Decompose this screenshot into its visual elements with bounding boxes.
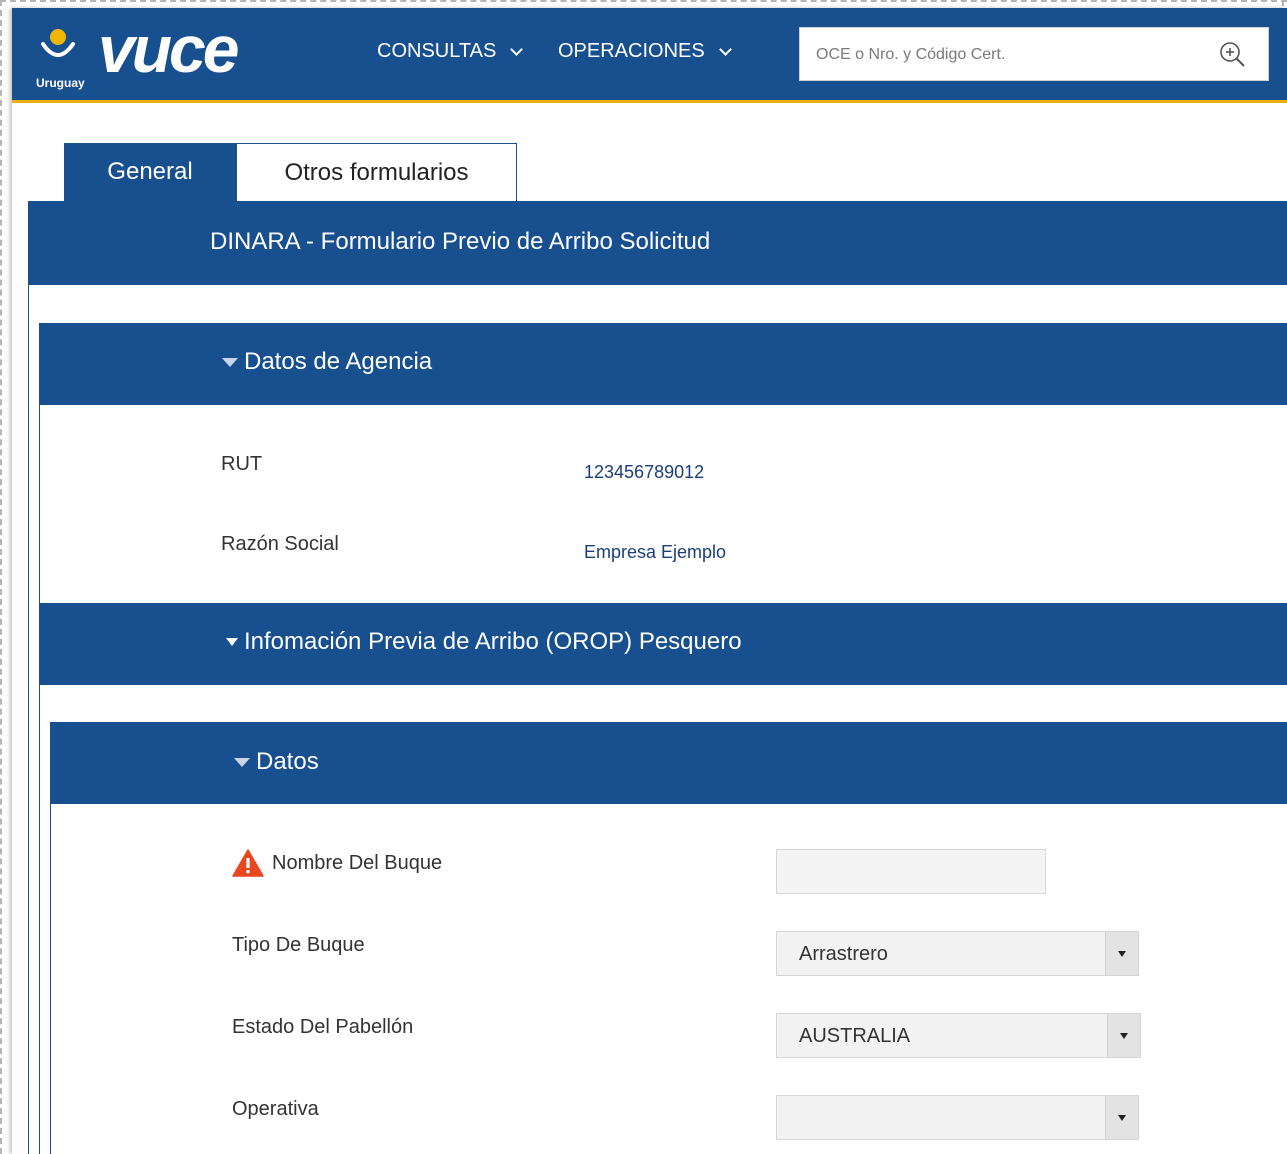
tipo-buque-selected: Arrastrero — [799, 943, 888, 965]
section-orop-header[interactable]: Infomación Previa de Arribo (OROP) Pesqu… — [226, 628, 742, 656]
section-agencia-title: Datos de Agencia — [244, 348, 433, 375]
operativa-select[interactable] — [776, 1095, 1139, 1140]
triangle-collapse-icon — [226, 638, 238, 646]
section-agencia-header[interactable]: Datos de Agencia — [222, 348, 432, 376]
nav-consultas[interactable]: CONSULTAS — [377, 40, 524, 63]
chevron-down-icon — [510, 42, 524, 56]
select-arrow-icon — [1118, 951, 1126, 957]
chevron-down-icon — [718, 42, 732, 56]
estado-pabellon-select[interactable]: AUSTRALIA — [776, 1013, 1141, 1058]
razon-social-value: Empresa Ejemplo — [584, 542, 727, 562]
estado-pabellon-selected: AUSTRALIA — [799, 1025, 911, 1047]
logo-sun-icon — [41, 29, 75, 57]
search-input[interactable] — [814, 28, 1198, 82]
triangle-collapse-icon — [222, 357, 238, 367]
tab-otros-formularios[interactable]: Otros formularios — [236, 143, 517, 201]
search-zoom-icon[interactable] — [1218, 40, 1248, 70]
select-arrow-button[interactable] — [1105, 932, 1138, 975]
tipo-buque-label: Tipo De Buque — [232, 934, 365, 956]
logo-country-text: Uruguay — [36, 76, 85, 90]
estado-pabellon-label: Estado Del Pabellón — [232, 1016, 414, 1038]
razon-social-label: Razón Social — [221, 533, 339, 555]
section-orop-title: Infomación Previa de Arribo (OROP) Pesqu… — [244, 628, 742, 655]
warning-icon — [232, 849, 264, 877]
select-arrow-icon — [1120, 1033, 1128, 1039]
nombre-buque-label: Nombre Del Buque — [272, 852, 443, 874]
tab-general[interactable]: General — [64, 143, 236, 201]
rut-label: RUT — [221, 453, 263, 475]
form-title: DINARA - Formulario Previo de Arribo Sol… — [210, 228, 711, 255]
nav-consultas-label: CONSULTAS — [377, 40, 497, 62]
section-datos-title: Datos — [256, 748, 319, 775]
section-datos-header[interactable]: Datos — [234, 748, 319, 776]
logo-wordmark: vuce — [98, 12, 239, 86]
nav-operaciones-label: OPERACIONES — [558, 40, 705, 62]
tab-general-label: General — [107, 158, 193, 185]
operativa-label: Operativa — [232, 1098, 319, 1120]
select-arrow-icon — [1118, 1115, 1126, 1121]
nav-operaciones[interactable]: OPERACIONES — [558, 40, 732, 63]
nombre-buque-input[interactable] — [776, 849, 1046, 894]
select-arrow-button[interactable] — [1105, 1096, 1138, 1139]
tab-otros-formularios-label: Otros formularios — [284, 158, 469, 186]
rut-value: 123456789012 — [584, 462, 705, 482]
triangle-collapse-icon — [234, 757, 250, 767]
search-box — [799, 27, 1269, 82]
vuce-logo[interactable]: Uruguay — [34, 18, 96, 90]
tipo-buque-select[interactable]: Arrastrero — [776, 931, 1139, 976]
select-arrow-button[interactable] — [1107, 1014, 1140, 1057]
top-header: Uruguay vuce CONSULTAS OPERACIONES — [12, 8, 1287, 103]
